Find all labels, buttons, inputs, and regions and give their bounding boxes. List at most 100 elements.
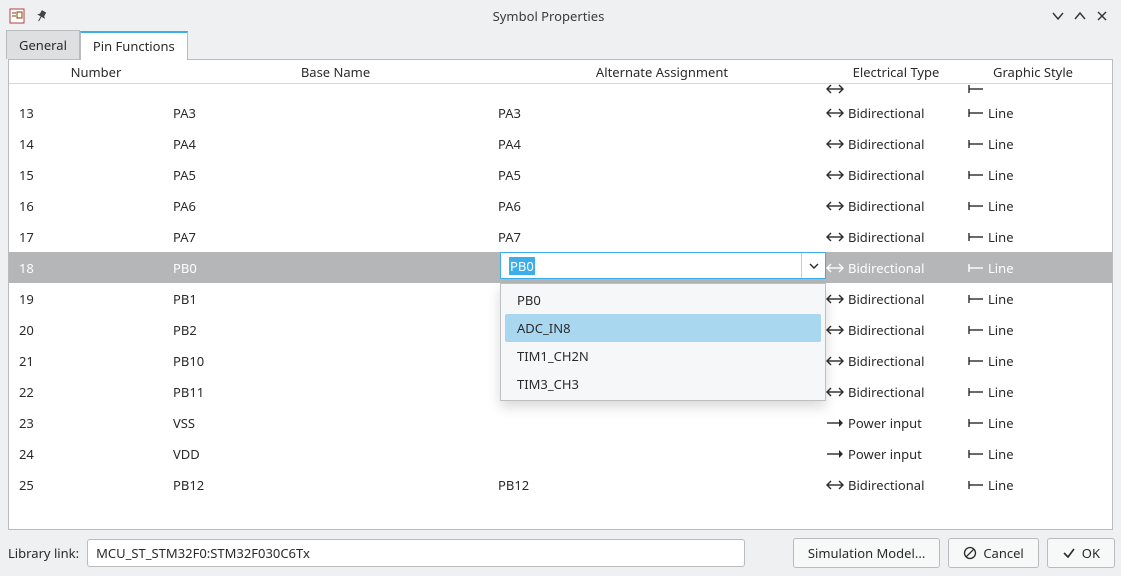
cell-number: 21 — [9, 352, 173, 370]
table-row[interactable] — [9, 84, 1112, 97]
tab-pin-functions[interactable]: Pin Functions — [80, 31, 188, 60]
bidirectional-icon — [826, 229, 844, 245]
line-style-icon — [966, 105, 984, 121]
alt-assignment-value: PB0 — [509, 257, 535, 275]
cell-graphic-style: Line — [966, 290, 1100, 308]
cell-alt-assignment[interactable]: PB12 — [498, 476, 826, 494]
table-row[interactable]: 24 VDD Power input Line — [9, 438, 1112, 469]
graphic-style-label: Line — [988, 290, 1014, 308]
close-button[interactable] — [1091, 5, 1113, 27]
cell-alt-assignment[interactable]: PA3 — [498, 104, 826, 122]
graphic-style-label: Line — [988, 445, 1014, 463]
electrical-type-label: Bidirectional — [848, 228, 924, 246]
cell-graphic-style: Line — [966, 352, 1100, 370]
bidirectional-icon — [826, 136, 844, 152]
titlebar: Symbol Properties — [0, 0, 1121, 31]
bidirectional-icon — [826, 167, 844, 183]
bidirectional-icon — [826, 84, 844, 97]
chevron-down-icon[interactable] — [801, 253, 825, 278]
electrical-type-label: Power input — [848, 445, 922, 463]
cell-number: 19 — [9, 290, 173, 308]
column-header-alternate-assignment[interactable]: Alternate Assignment — [498, 60, 826, 83]
alt-assignment-dropdown[interactable]: PB0 ADC_IN8 TIM1_CH2N TIM3_CH3 — [500, 283, 826, 401]
graphic-style-label: Line — [988, 228, 1014, 246]
cell-electrical-type: Power input — [826, 414, 966, 432]
table-row[interactable]: 16 PA6 PA6 Bidirectional Line — [9, 190, 1112, 221]
bidirectional-icon — [826, 322, 844, 338]
library-link-input[interactable]: MCU_ST_STM32F0:STM32F030C6Tx — [87, 539, 745, 567]
maximize-button[interactable] — [1069, 5, 1091, 27]
column-header-electrical-type[interactable]: Electrical Type — [826, 60, 966, 83]
cell-graphic-style: Line — [966, 476, 1100, 494]
cancel-button[interactable]: Cancel — [948, 538, 1038, 568]
table-row[interactable]: 13 PA3 PA3 Bidirectional Line — [9, 97, 1112, 128]
cell-base-name: PA3 — [173, 104, 498, 122]
table-header: Number Base Name Alternate Assignment El… — [9, 60, 1112, 84]
cell-graphic-style: Line — [966, 197, 1100, 215]
table-row[interactable]: 15 PA5 PA5 Bidirectional Line — [9, 159, 1112, 190]
table-row[interactable]: 18 PB0 Bidirectional Line PB0 — [9, 252, 1112, 283]
tab-general[interactable]: General — [6, 30, 80, 59]
minimize-button[interactable] — [1047, 5, 1069, 27]
cell-number: 24 — [9, 445, 173, 463]
electrical-type-label: Bidirectional — [848, 197, 924, 215]
cell-number: 13 — [9, 104, 173, 122]
cell-graphic-style: Line — [966, 228, 1100, 246]
bidirectional-icon — [826, 353, 844, 369]
table-row[interactable]: 25 PB12 PB12 Bidirectional Line — [9, 469, 1112, 500]
cell-graphic-style: Line — [966, 135, 1100, 153]
line-style-icon — [966, 353, 984, 369]
cell-graphic-style: Line — [966, 259, 1100, 277]
simulation-model-label: Simulation Model... — [808, 544, 925, 562]
dropdown-option[interactable]: TIM3_CH3 — [501, 370, 825, 398]
ok-label: OK — [1082, 544, 1100, 562]
electrical-type-label: Bidirectional — [848, 352, 924, 370]
dropdown-option[interactable]: TIM1_CH2N — [501, 342, 825, 370]
cell-alt-assignment[interactable]: PA5 — [498, 166, 826, 184]
simulation-model-button[interactable]: Simulation Model... — [793, 538, 940, 568]
cell-alt-assignment[interactable]: PA7 — [498, 228, 826, 246]
library-link-label: Library link: — [6, 544, 79, 562]
dropdown-option[interactable]: ADC_IN8 — [505, 314, 821, 342]
dropdown-option[interactable]: PB0 — [501, 286, 825, 314]
table-row[interactable]: 14 PA4 PA4 Bidirectional Line — [9, 128, 1112, 159]
power-input-icon — [826, 446, 844, 462]
electrical-type-label: Bidirectional — [848, 383, 924, 401]
bidirectional-icon — [826, 105, 844, 121]
line-style-icon — [966, 229, 984, 245]
window-title: Symbol Properties — [50, 7, 1047, 25]
pin-window-icon[interactable] — [34, 8, 50, 24]
cell-electrical-type: Bidirectional — [826, 290, 966, 308]
bidirectional-icon — [826, 384, 844, 400]
cell-alt-assignment[interactable]: PA6 — [498, 197, 826, 215]
cell-base-name: PA5 — [173, 166, 498, 184]
table-row[interactable]: 23 VSS Power input Line — [9, 407, 1112, 438]
alt-assignment-combobox[interactable]: PB0 — [500, 252, 826, 279]
power-input-icon — [826, 415, 844, 431]
app-icon — [8, 7, 26, 25]
alt-assignment-input[interactable]: PB0 — [501, 253, 801, 278]
cell-electrical-type: Bidirectional — [826, 352, 966, 370]
cell-electrical-type: Bidirectional — [826, 135, 966, 153]
cell-number: 23 — [9, 414, 173, 432]
cell-base-name: VSS — [173, 414, 498, 432]
graphic-style-label: Line — [988, 476, 1014, 494]
column-header-graphic-style[interactable]: Graphic Style — [966, 60, 1100, 83]
ok-button[interactable]: OK — [1047, 538, 1115, 568]
graphic-style-label: Line — [988, 197, 1014, 215]
cell-base-name: PB1 — [173, 290, 498, 308]
cell-electrical-type: Power input — [826, 445, 966, 463]
cell-number: 25 — [9, 476, 173, 494]
cell-graphic-style: Line — [966, 414, 1100, 432]
cell-alt-assignment[interactable]: PA4 — [498, 135, 826, 153]
table-row[interactable]: 17 PA7 PA7 Bidirectional Line — [9, 221, 1112, 252]
electrical-type-label: Bidirectional — [848, 259, 924, 277]
line-style-icon — [966, 84, 984, 97]
column-header-base-name[interactable]: Base Name — [173, 60, 498, 83]
cell-base-name: PB2 — [173, 321, 498, 339]
electrical-type-label: Bidirectional — [848, 166, 924, 184]
bottom-bar: Library link: MCU_ST_STM32F0:STM32F030C6… — [6, 536, 1115, 570]
cell-base-name: PB12 — [173, 476, 498, 494]
line-style-icon — [966, 322, 984, 338]
column-header-number[interactable]: Number — [9, 60, 173, 83]
